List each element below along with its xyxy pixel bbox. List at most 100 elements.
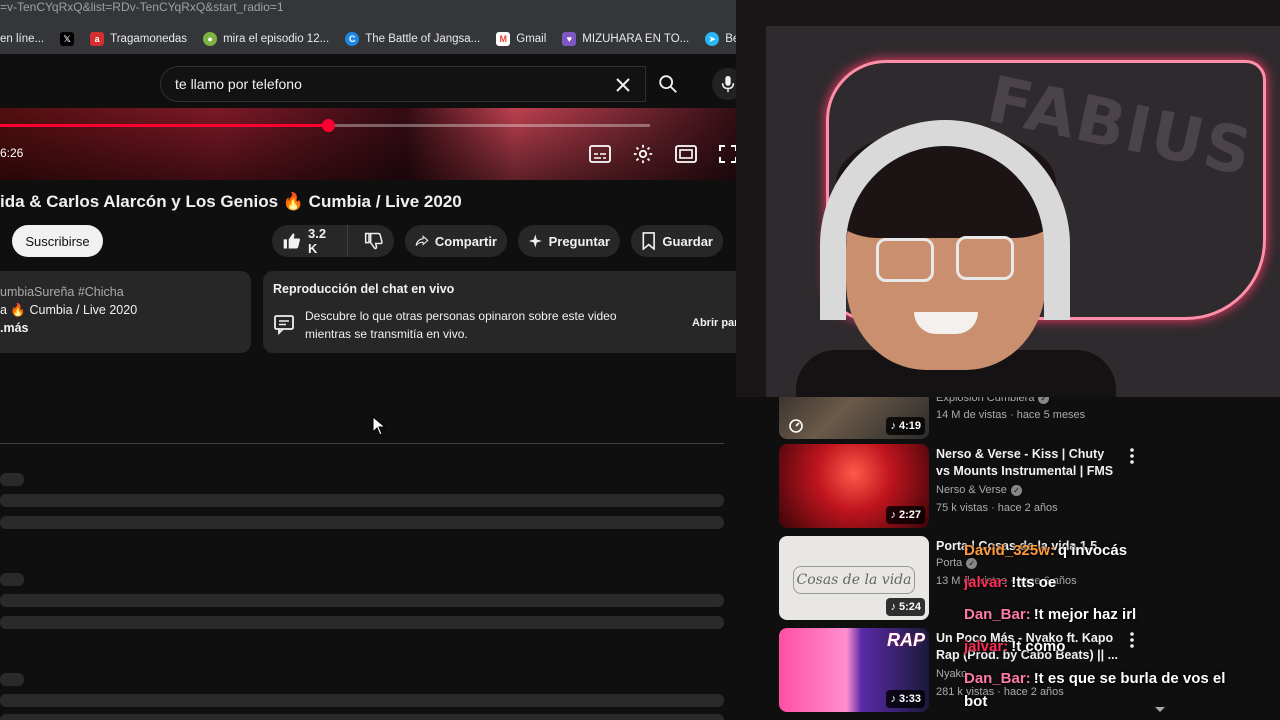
duration-badge: ♪ 5:24: [886, 598, 925, 616]
chat-text: !t mejor haz irl: [1033, 606, 1137, 623]
clear-search-icon[interactable]: [611, 73, 635, 97]
recommendation-item[interactable]: ♪ 4:19 Explosión Cumbiera ✓ 14 M de vistas…: [779, 355, 1179, 440]
more-link[interactable]: .más: [0, 319, 251, 337]
miniplayer-button[interactable]: [674, 142, 698, 166]
bookmark-item[interactable]: C The Battle of Jangsa...: [345, 32, 480, 46]
stream-chat-message: David_325w: q invocás: [964, 542, 1127, 559]
microphone-icon: [721, 75, 735, 93]
like-count: 3.2 K: [307, 226, 327, 256]
bookmark-label: Beatrice-R: [725, 33, 736, 45]
bookmarks-bar: en líne... 𝕏 a Tragamonedas ● mira el ep…: [0, 24, 736, 54]
heart-icon: ♥: [562, 32, 577, 46]
bookmark-item[interactable]: 𝕏: [60, 32, 75, 46]
video-thumbnail[interactable]: RAP ♪ 3:33: [779, 628, 929, 712]
search-button[interactable]: [646, 66, 690, 102]
ask-label: Preguntar: [548, 233, 610, 249]
description-line: a 🔥 Cumbia / Live 2020: [0, 303, 138, 317]
video-meta: 281 k vistas · hace 2 años: [936, 686, 1064, 698]
more-options-icon[interactable]: [1126, 630, 1138, 650]
stream-chat-message: jalvar: !tts oe: [964, 574, 1056, 591]
bookmark-item[interactable]: en líne...: [0, 33, 44, 45]
progress-fill: [0, 124, 329, 127]
bookmark-label: mira el episodio 12...: [223, 33, 330, 45]
chat-replay-description: Descubre lo que otras personas opinaron …: [305, 309, 617, 341]
bookmark-item[interactable]: a Tragamonedas: [90, 32, 187, 46]
music-note-icon: ♪: [890, 693, 896, 705]
miniplayer-icon: [675, 145, 697, 163]
ask-button[interactable]: Preguntar: [518, 225, 620, 257]
video-title[interactable]: Nerso & Verse - Kiss | Chuty vs Mounts I…: [936, 446, 1121, 480]
description-box[interactable]: umbiaSureña #Chicha a 🔥 Cumbia / Live 20…: [0, 271, 251, 353]
address-bar[interactable]: =v-TenCYqRxQ&list=RDv-TenCYqRxQ&start_ra…: [0, 0, 736, 24]
chat-bubble-icon: [274, 315, 294, 335]
bookmark-item[interactable]: ➤ Beatrice-R: [705, 32, 736, 46]
chat-username: Dan_Bar:: [964, 670, 1031, 687]
webcam-overlay: FABIUS: [736, 0, 1280, 397]
stream-chat-message: bot: [964, 693, 987, 710]
save-label: Guardar: [662, 233, 713, 249]
bookmark-icon: [642, 232, 655, 250]
share-button[interactable]: Compartir: [405, 225, 507, 257]
more-options-icon[interactable]: [1126, 446, 1138, 466]
fullscreen-button[interactable]: [716, 142, 736, 166]
bookmark-label: en líne...: [0, 33, 45, 45]
scrubber-handle[interactable]: [322, 119, 336, 132]
bookmark-item[interactable]: M Gmail: [496, 32, 546, 46]
thumbs-up-icon: [283, 233, 300, 249]
glasses-lens: [876, 238, 934, 282]
bookmark-item[interactable]: ● mira el episodio 12...: [203, 32, 329, 46]
skeleton-placeholder: [0, 516, 724, 529]
live-chat-replay-card: Reproducción del chat en vivo Descubre l…: [263, 271, 741, 353]
save-button[interactable]: Guardar: [631, 225, 723, 257]
timer-icon: [789, 419, 803, 433]
verified-icon: ✓: [966, 557, 978, 569]
video-player[interactable]: 6:26: [0, 108, 736, 180]
music-note-icon: ♪: [890, 601, 896, 613]
video-thumbnail[interactable]: Cosas de la vida ♪ 5:24: [779, 536, 929, 620]
video-meta: 14 M de vistas · hace 5 meses: [936, 409, 1086, 421]
video-title: ida & Carlos Alarcón y Los Genios 🔥 Cumb…: [0, 192, 462, 211]
subscribe-button[interactable]: Suscribirse: [12, 225, 103, 257]
channel-name[interactable]: Nerso & Verse ✓: [936, 484, 1022, 496]
progress-bar[interactable]: [0, 119, 650, 132]
chat-text: !t es que se burla de vos el: [1033, 670, 1226, 687]
settings-button[interactable]: [631, 142, 655, 166]
sparkle-icon: [528, 234, 542, 248]
duration-text: 5:24: [898, 601, 921, 613]
chat-username: David_325w:: [964, 542, 1055, 559]
bookmark-label: The Battle of Jangsa...: [365, 33, 481, 45]
search-input[interactable]: te llamo por telefono: [160, 66, 646, 102]
skeleton-placeholder: [0, 694, 724, 707]
share-label: Compartir: [434, 233, 497, 249]
music-note-icon: ♪: [890, 420, 896, 432]
casino-icon: a: [90, 32, 105, 46]
recommendation-item[interactable]: ♪ 2:27 Nerso & Verse - Kiss | Chuty vs Mo…: [779, 444, 1179, 530]
channel-name[interactable]: Nyako: [936, 668, 967, 680]
edge-icon: C: [345, 32, 360, 46]
dislike-button[interactable]: [354, 225, 394, 257]
channel-label: Nerso & Verse: [936, 484, 1007, 496]
bookmark-item[interactable]: ♥ MIZUHARA EN TO...: [562, 32, 689, 46]
subtitles-icon: [589, 145, 611, 163]
skeleton-placeholder: [0, 494, 724, 507]
video-thumbnail[interactable]: ♪ 2:27: [779, 444, 929, 528]
duration-badge: ♪ 4:19: [886, 417, 925, 435]
chevron-down-icon[interactable]: [1154, 706, 1166, 714]
comments-divider: [0, 443, 724, 444]
chat-text: !tts oe: [1011, 574, 1057, 591]
verified-icon: ✓: [1010, 484, 1022, 496]
duration-text: 3:33: [898, 693, 921, 705]
open-panel-button[interactable]: Abrir pan: [692, 317, 741, 329]
subtitles-button[interactable]: [588, 142, 612, 166]
description-tags: umbiaSureña #Chicha: [0, 285, 124, 299]
channel-label: Nyako: [936, 668, 968, 680]
thumbnail-text: Cosas de la vida: [793, 566, 915, 594]
duration-badge: ♪ 2:27: [886, 506, 925, 524]
like-button[interactable]: 3.2 K: [272, 225, 349, 257]
anime-icon: ●: [203, 32, 218, 46]
telegram-icon: ➤: [705, 32, 720, 46]
stream-chat-message: Dan_Bar: !t es que se burla de vos el: [964, 670, 1225, 687]
chat-username: jalvar:: [964, 574, 1009, 591]
duration-badge: ♪ 3:33: [886, 690, 925, 708]
gear-icon: [633, 144, 653, 164]
